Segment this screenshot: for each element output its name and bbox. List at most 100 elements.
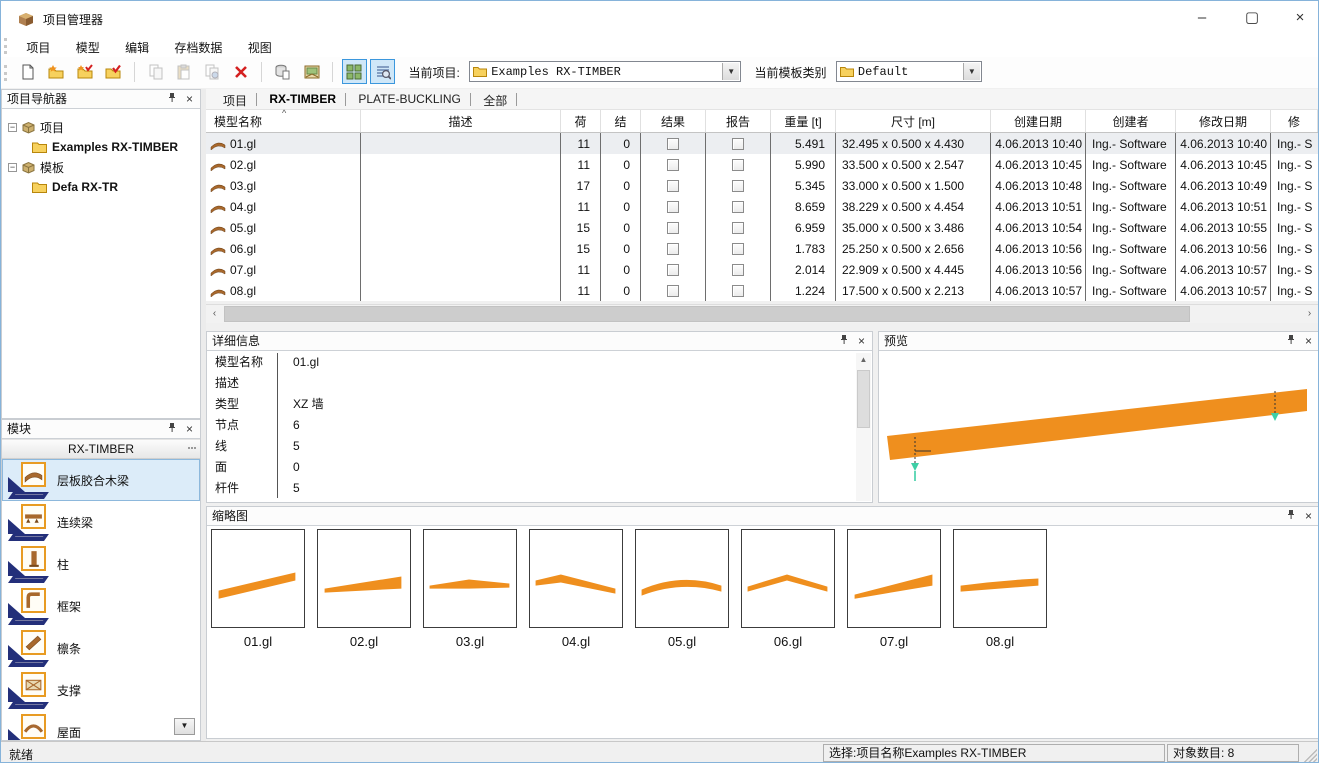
report-checkbox[interactable] bbox=[732, 222, 744, 234]
menu-view[interactable]: 视图 bbox=[237, 35, 283, 57]
module-item-continuous-beam[interactable]: 连续梁 bbox=[2, 501, 200, 543]
scroll-right-icon[interactable]: › bbox=[1301, 305, 1318, 323]
thumbnail-02[interactable]: 02.gl bbox=[317, 529, 411, 649]
new-model-icon[interactable] bbox=[15, 59, 40, 84]
results-checkbox[interactable] bbox=[667, 138, 679, 150]
table-row[interactable]: 04.gl 11 0 8.659 38.229 x 0.500 x 4.454 … bbox=[206, 196, 1318, 217]
menu-archive-data[interactable]: 存档数据 bbox=[163, 35, 233, 57]
module-item-column[interactable]: 柱 bbox=[2, 543, 200, 585]
report-checkbox[interactable] bbox=[732, 285, 744, 297]
close-button[interactable]: × bbox=[1277, 3, 1319, 33]
report-checkbox[interactable] bbox=[732, 159, 744, 171]
module-item-frame[interactable]: 框架 bbox=[2, 585, 200, 627]
menu-model[interactable]: 模型 bbox=[65, 35, 111, 57]
thumbnail-07[interactable]: 07.gl bbox=[847, 529, 941, 649]
new-project-folder-icon[interactable] bbox=[44, 59, 69, 84]
report-checkbox[interactable] bbox=[732, 138, 744, 150]
pin-icon[interactable] bbox=[1283, 509, 1298, 524]
column-modifier[interactable]: 修 bbox=[1271, 110, 1318, 132]
module-scroll-down-button[interactable]: ▼ bbox=[174, 718, 195, 735]
table-row[interactable]: 02.gl 11 0 5.990 33.500 x 0.500 x 2.547 … bbox=[206, 154, 1318, 175]
import-archive-icon[interactable] bbox=[271, 59, 296, 84]
tree-node-projects[interactable]: − 项目 bbox=[8, 117, 200, 137]
column-description[interactable]: 描述 bbox=[361, 110, 561, 132]
column-report[interactable]: 报告 bbox=[706, 110, 771, 132]
pin-icon[interactable] bbox=[164, 92, 179, 107]
report-checkbox[interactable] bbox=[732, 180, 744, 192]
column-model-name[interactable]: 模型名称^ bbox=[206, 110, 361, 132]
dropdown-arrow-icon[interactable]: ▼ bbox=[722, 63, 739, 80]
results-checkbox[interactable] bbox=[667, 180, 679, 192]
results-checkbox[interactable] bbox=[667, 264, 679, 276]
column-weight[interactable]: 重量 [t] bbox=[771, 110, 836, 132]
thumbnail-06[interactable]: 06.gl bbox=[741, 529, 835, 649]
copy-special-icon[interactable] bbox=[200, 59, 225, 84]
pin-icon[interactable] bbox=[164, 422, 179, 437]
close-icon[interactable]: × bbox=[182, 422, 197, 437]
column-load-cases[interactable]: 荷 bbox=[561, 110, 601, 132]
thumbnail-01[interactable]: 01.gl bbox=[211, 529, 305, 649]
edit-project-folder-icon[interactable] bbox=[72, 59, 97, 84]
pin-icon[interactable] bbox=[836, 334, 851, 349]
report-checkbox[interactable] bbox=[732, 243, 744, 255]
close-icon[interactable]: × bbox=[1301, 509, 1316, 524]
results-checkbox[interactable] bbox=[667, 285, 679, 297]
thumbnail-05[interactable]: 05.gl bbox=[635, 529, 729, 649]
current-project-combobox[interactable]: Examples RX-TIMBER ▼ bbox=[469, 61, 741, 82]
dropdown-arrow-icon[interactable]: ▼ bbox=[963, 63, 980, 80]
tree-item-examples-rx-timber[interactable]: Examples RX-TIMBER bbox=[8, 137, 200, 157]
table-horizontal-scrollbar[interactable]: ‹ › bbox=[206, 304, 1318, 323]
table-row[interactable]: 06.gl 15 0 1.783 25.250 x 0.500 x 2.656 … bbox=[206, 238, 1318, 259]
resize-grip[interactable] bbox=[1303, 749, 1317, 763]
module-item-purlin[interactable]: 檩条 bbox=[2, 627, 200, 669]
results-checkbox[interactable] bbox=[667, 243, 679, 255]
paste-icon[interactable] bbox=[171, 59, 196, 84]
tab-rx-timber[interactable]: RX-TIMBER bbox=[260, 89, 345, 109]
tree-node-templates[interactable]: − 模板 bbox=[8, 157, 200, 177]
column-combinations[interactable]: 结 bbox=[601, 110, 641, 132]
column-size[interactable]: 尺寸 [m] bbox=[836, 110, 991, 132]
report-checkbox[interactable] bbox=[732, 201, 744, 213]
menu-edit[interactable]: 编辑 bbox=[114, 35, 160, 57]
collapse-icon[interactable]: − bbox=[8, 123, 17, 132]
close-icon[interactable]: × bbox=[1301, 334, 1316, 349]
collapse-icon[interactable]: − bbox=[8, 163, 17, 172]
report-checkbox[interactable] bbox=[732, 264, 744, 276]
tree-item-default-template[interactable]: Defa RX-TR bbox=[8, 177, 200, 197]
menu-project[interactable]: 项目 bbox=[15, 35, 61, 57]
close-icon[interactable]: × bbox=[182, 92, 197, 107]
pin-icon[interactable] bbox=[1283, 334, 1298, 349]
scroll-up-icon[interactable]: ▲ bbox=[856, 353, 871, 368]
tab-project[interactable]: 项目 bbox=[214, 89, 256, 109]
column-results[interactable]: 结果 bbox=[641, 110, 706, 132]
module-item-bracing[interactable]: 支撑 bbox=[2, 669, 200, 711]
thumbnail-08[interactable]: 08.gl bbox=[953, 529, 1047, 649]
thumbnail-04[interactable]: 04.gl bbox=[529, 529, 623, 649]
column-creator[interactable]: 创建者 bbox=[1086, 110, 1176, 132]
close-icon[interactable]: × bbox=[854, 334, 869, 349]
detail-value[interactable]: 01.gl bbox=[285, 355, 319, 369]
column-modified[interactable]: 修改日期 bbox=[1176, 110, 1271, 132]
thumbnail-view-toggle[interactable] bbox=[342, 59, 367, 84]
scroll-left-icon[interactable]: ‹ bbox=[206, 305, 223, 323]
detail-view-toggle[interactable] bbox=[370, 59, 395, 84]
template-category-combobox[interactable]: Default ▼ bbox=[836, 61, 982, 82]
table-row[interactable]: 08.gl 11 0 1.224 17.500 x 0.500 x 2.213 … bbox=[206, 280, 1318, 301]
maximize-button[interactable]: ▢ bbox=[1229, 3, 1275, 33]
delete-icon[interactable] bbox=[228, 59, 253, 84]
thumbnail-03[interactable]: 03.gl bbox=[423, 529, 517, 649]
results-checkbox[interactable] bbox=[667, 222, 679, 234]
module-group-header[interactable]: RX-TIMBER bbox=[2, 439, 200, 459]
copy-icon[interactable] bbox=[143, 59, 168, 84]
table-row[interactable]: 05.gl 15 0 6.959 35.000 x 0.500 x 3.486 … bbox=[206, 217, 1318, 238]
scrollbar-thumb[interactable] bbox=[857, 370, 870, 428]
tab-all[interactable]: 全部 bbox=[474, 89, 516, 109]
table-row[interactable]: 01.gl 11 0 5.491 32.495 x 0.500 x 4.430 … bbox=[206, 133, 1318, 154]
archive-image-icon[interactable] bbox=[299, 59, 324, 84]
results-checkbox[interactable] bbox=[667, 201, 679, 213]
scrollbar-thumb[interactable] bbox=[224, 306, 1190, 322]
details-vertical-scrollbar[interactable]: ▲ bbox=[856, 353, 871, 501]
check-project-folder-icon[interactable] bbox=[100, 59, 125, 84]
tab-plate-buckling[interactable]: PLATE-BUCKLING bbox=[349, 89, 469, 109]
table-row[interactable]: 03.gl 17 0 5.345 33.000 x 0.500 x 1.500 … bbox=[206, 175, 1318, 196]
